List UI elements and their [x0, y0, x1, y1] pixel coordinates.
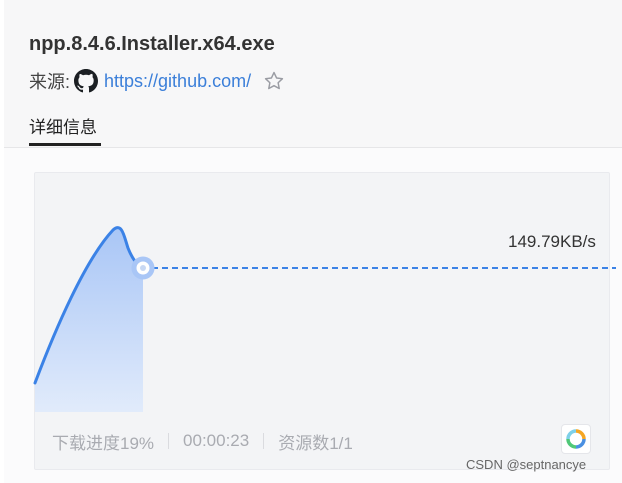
watermark-text: CSDN @septnancye: [466, 457, 587, 472]
accelerator-app-icon[interactable]: [561, 424, 591, 454]
download-stats: 下载进度19% 00:00:23 资源数1/1: [52, 431, 353, 453]
speed-area-fill: [35, 227, 143, 412]
stat-divider: [263, 433, 265, 449]
elapsed-time: 00:00:23: [183, 431, 250, 450]
stat-divider: [168, 433, 170, 449]
download-speed: 149.79KB/s: [508, 232, 596, 251]
progress-text: 下载进度19%: [52, 433, 155, 453]
source-count: 资源数1/1: [278, 433, 353, 453]
ring-logo-icon: [566, 429, 586, 449]
download-details-panel: npp.8.4.6.Installer.x64.exe 来源: https://…: [0, 0, 622, 483]
current-speed-marker-core: [140, 265, 146, 271]
